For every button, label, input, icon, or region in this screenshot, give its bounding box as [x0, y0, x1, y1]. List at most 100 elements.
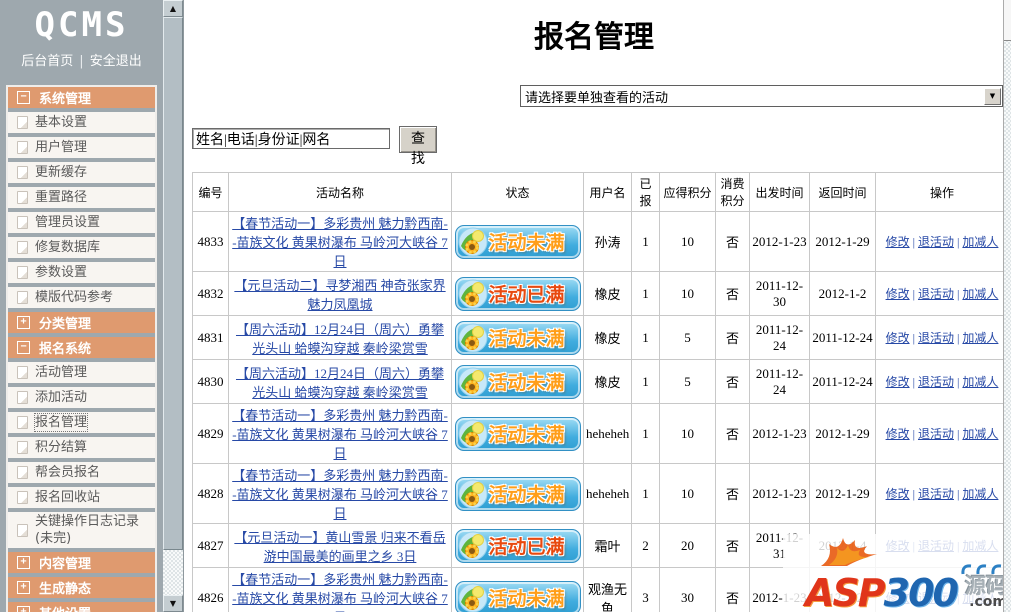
- sidebar-scrollbar[interactable]: ▲ ▼: [163, 0, 184, 612]
- document-icon: [17, 191, 28, 204]
- row-id: 4830: [192, 359, 229, 404]
- earned-points: 20: [659, 523, 716, 568]
- action-link[interactable]: 加减人: [962, 375, 998, 389]
- logout-link[interactable]: 安全退出: [90, 54, 142, 69]
- column-header: 返回时间: [809, 172, 876, 212]
- status-text: 活动未满: [488, 588, 565, 610]
- column-header: 状态: [451, 172, 584, 212]
- sidebar-item[interactable]: 活动管理: [8, 362, 155, 383]
- action-link[interactable]: 退活动: [918, 487, 954, 501]
- sidebar-item[interactable]: 修复数据库: [8, 237, 155, 258]
- sunflower-icon: [458, 323, 487, 352]
- table-row: 4832 【元旦活动二】寻梦湘西 神奇张家界 魅力凤凰城 活动已满 橡皮 1 10 否 201…: [192, 271, 1009, 316]
- sidebar-item-label: 管理员设置: [35, 215, 101, 230]
- sidebar-item[interactable]: 更新缓存: [8, 162, 155, 183]
- table-header-row: 编号 活动名称 状态 用户名 已报 应得积分 消费积分 出发时间 返回时间 操作: [192, 172, 1009, 212]
- sidebar-item[interactable]: 报名管理: [8, 412, 155, 433]
- activity-link[interactable]: 【春节活动一】多彩贵州 魅力黔西南--苗族文化 黄果树瀑布 马岭河大峡谷 7日: [232, 408, 448, 461]
- signed-count: 1: [631, 463, 660, 524]
- sidebar-item[interactable]: 报名回收站: [8, 487, 155, 508]
- sidebar-section-header[interactable]: + 分类管理: [8, 312, 155, 333]
- action-link[interactable]: 修改: [886, 235, 910, 249]
- activity-link[interactable]: 【春节活动一】多彩贵州 魅力黔西南--苗族文化 黄果树瀑布 马岭河大峡谷 7日: [232, 572, 448, 612]
- column-header: 活动名称: [228, 172, 452, 212]
- collapse-icon: −: [17, 91, 30, 104]
- sidebar-section-header[interactable]: + 生成静态: [8, 577, 155, 598]
- search-button[interactable]: 查找: [399, 126, 437, 167]
- action-link[interactable]: 加减人: [962, 287, 998, 301]
- action-link[interactable]: 退活动: [918, 427, 954, 441]
- action-link[interactable]: 退活动: [918, 375, 954, 389]
- earned-points: 10: [659, 403, 716, 464]
- row-id: 4826: [192, 567, 229, 612]
- action-link[interactable]: 退活动: [918, 235, 954, 249]
- sidebar-scrollbar-track[interactable]: [163, 550, 183, 595]
- sidebar-item[interactable]: 用户管理: [8, 137, 155, 158]
- sidebar-section-header[interactable]: + 其他设置: [8, 602, 155, 612]
- action-separator: |: [909, 375, 918, 389]
- activity-link[interactable]: 【春节活动一】多彩贵州 魅力黔西南--苗族文化 黄果树瀑布 马岭河大峡谷 7日: [232, 216, 448, 269]
- action-link[interactable]: 加减人: [962, 487, 998, 501]
- spent-points: 否: [715, 403, 750, 464]
- page-scrollbar-thumb[interactable]: [1004, 0, 1011, 41]
- action-link[interactable]: 退活动: [918, 287, 954, 301]
- scroll-down-icon[interactable]: ▼: [163, 595, 183, 612]
- sidebar-item[interactable]: 添加活动: [8, 387, 155, 408]
- sidebar-item[interactable]: 积分结算: [8, 437, 155, 458]
- action-link[interactable]: 加减人: [962, 331, 998, 345]
- sidebar-section-header[interactable]: − 报名系统: [8, 337, 155, 358]
- activity-filter-select[interactable]: 请选择要单独查看的活动 ▼: [520, 85, 1003, 107]
- activity-filter-value: 请选择要单独查看的活动: [525, 90, 669, 106]
- sidebar-item-label: 活动管理: [35, 365, 88, 380]
- depart-date: 2012-1-23: [749, 211, 810, 272]
- sidebar-section-header[interactable]: + 内容管理: [8, 552, 155, 573]
- action-separator: |: [909, 331, 918, 345]
- search-input[interactable]: [192, 128, 390, 149]
- nav-separator: |: [79, 54, 84, 69]
- sidebar-item[interactable]: 关键操作日志记录(未完): [8, 512, 155, 548]
- action-link[interactable]: 修改: [886, 287, 910, 301]
- action-link[interactable]: 加减人: [962, 235, 998, 249]
- home-link[interactable]: 后台首页: [21, 54, 73, 69]
- activity-link[interactable]: 【元旦活动一】黄山雪景 归来不看岳 游中国最美的画里之乡 3日: [234, 530, 445, 564]
- status-badge: 活动已满: [454, 528, 581, 563]
- status-text: 活动未满: [488, 328, 565, 350]
- page-scrollbar[interactable]: [1003, 0, 1011, 612]
- activity-link[interactable]: 【周六活动】12月24日（周六）勇攀光头山 蛤蟆沟穿越 秦岭梁赏雪: [236, 322, 444, 356]
- table-row: 4830 【周六活动】12月24日（周六）勇攀光头山 蛤蟆沟穿越 秦岭梁赏雪 活动未…: [192, 359, 1009, 404]
- return-date: 2012-1-2: [809, 271, 876, 316]
- sidebar-item[interactable]: 基本设置: [8, 112, 155, 133]
- scroll-up-icon[interactable]: ▲: [163, 0, 183, 17]
- earned-points: 10: [659, 271, 716, 316]
- sidebar-item[interactable]: 参数设置: [8, 262, 155, 283]
- signed-count: 1: [631, 403, 660, 464]
- column-header: 已报: [631, 172, 660, 212]
- activity-link[interactable]: 【周六活动】12月24日（周六）勇攀光头山 蛤蟆沟穿越 秦岭梁赏雪: [236, 366, 444, 400]
- activity-link[interactable]: 【元旦活动二】寻梦湘西 神奇张家界 魅力凤凰城: [234, 278, 445, 312]
- sidebar-scrollbar-thumb[interactable]: [163, 17, 183, 550]
- earned-points: 5: [659, 359, 716, 404]
- action-link[interactable]: 修改: [886, 331, 910, 345]
- earned-points: 10: [659, 211, 716, 272]
- signed-count: 1: [631, 315, 660, 360]
- sidebar-item[interactable]: 重置路径: [8, 187, 155, 208]
- sidebar-section-header[interactable]: − 系统管理: [8, 87, 155, 108]
- dropdown-arrow-icon[interactable]: ▼: [984, 87, 1001, 105]
- spent-points: 否: [715, 359, 750, 404]
- action-link[interactable]: 加减人: [962, 427, 998, 441]
- sidebar-item[interactable]: 管理员设置: [8, 212, 155, 233]
- action-link[interactable]: 退活动: [918, 331, 954, 345]
- user-name: 观渔无鱼: [583, 567, 632, 612]
- sidebar-item[interactable]: 帮会员报名: [8, 462, 155, 483]
- action-link[interactable]: 修改: [886, 487, 910, 501]
- action-link[interactable]: 修改: [886, 427, 910, 441]
- status-text: 活动未满: [488, 372, 565, 394]
- sidebar-item[interactable]: 模版代码参考: [8, 287, 155, 308]
- signed-count: 1: [631, 211, 660, 272]
- activity-link[interactable]: 【春节活动一】多彩贵州 魅力黔西南--苗族文化 黄果树瀑布 马岭河大峡谷 7日: [232, 468, 448, 521]
- action-link[interactable]: 修改: [886, 375, 910, 389]
- row-id: 4828: [192, 463, 229, 524]
- sidebar-item-label: 修复数据库: [35, 240, 101, 255]
- status-badge: 活动未满: [454, 416, 581, 451]
- signed-count: 2: [631, 523, 660, 568]
